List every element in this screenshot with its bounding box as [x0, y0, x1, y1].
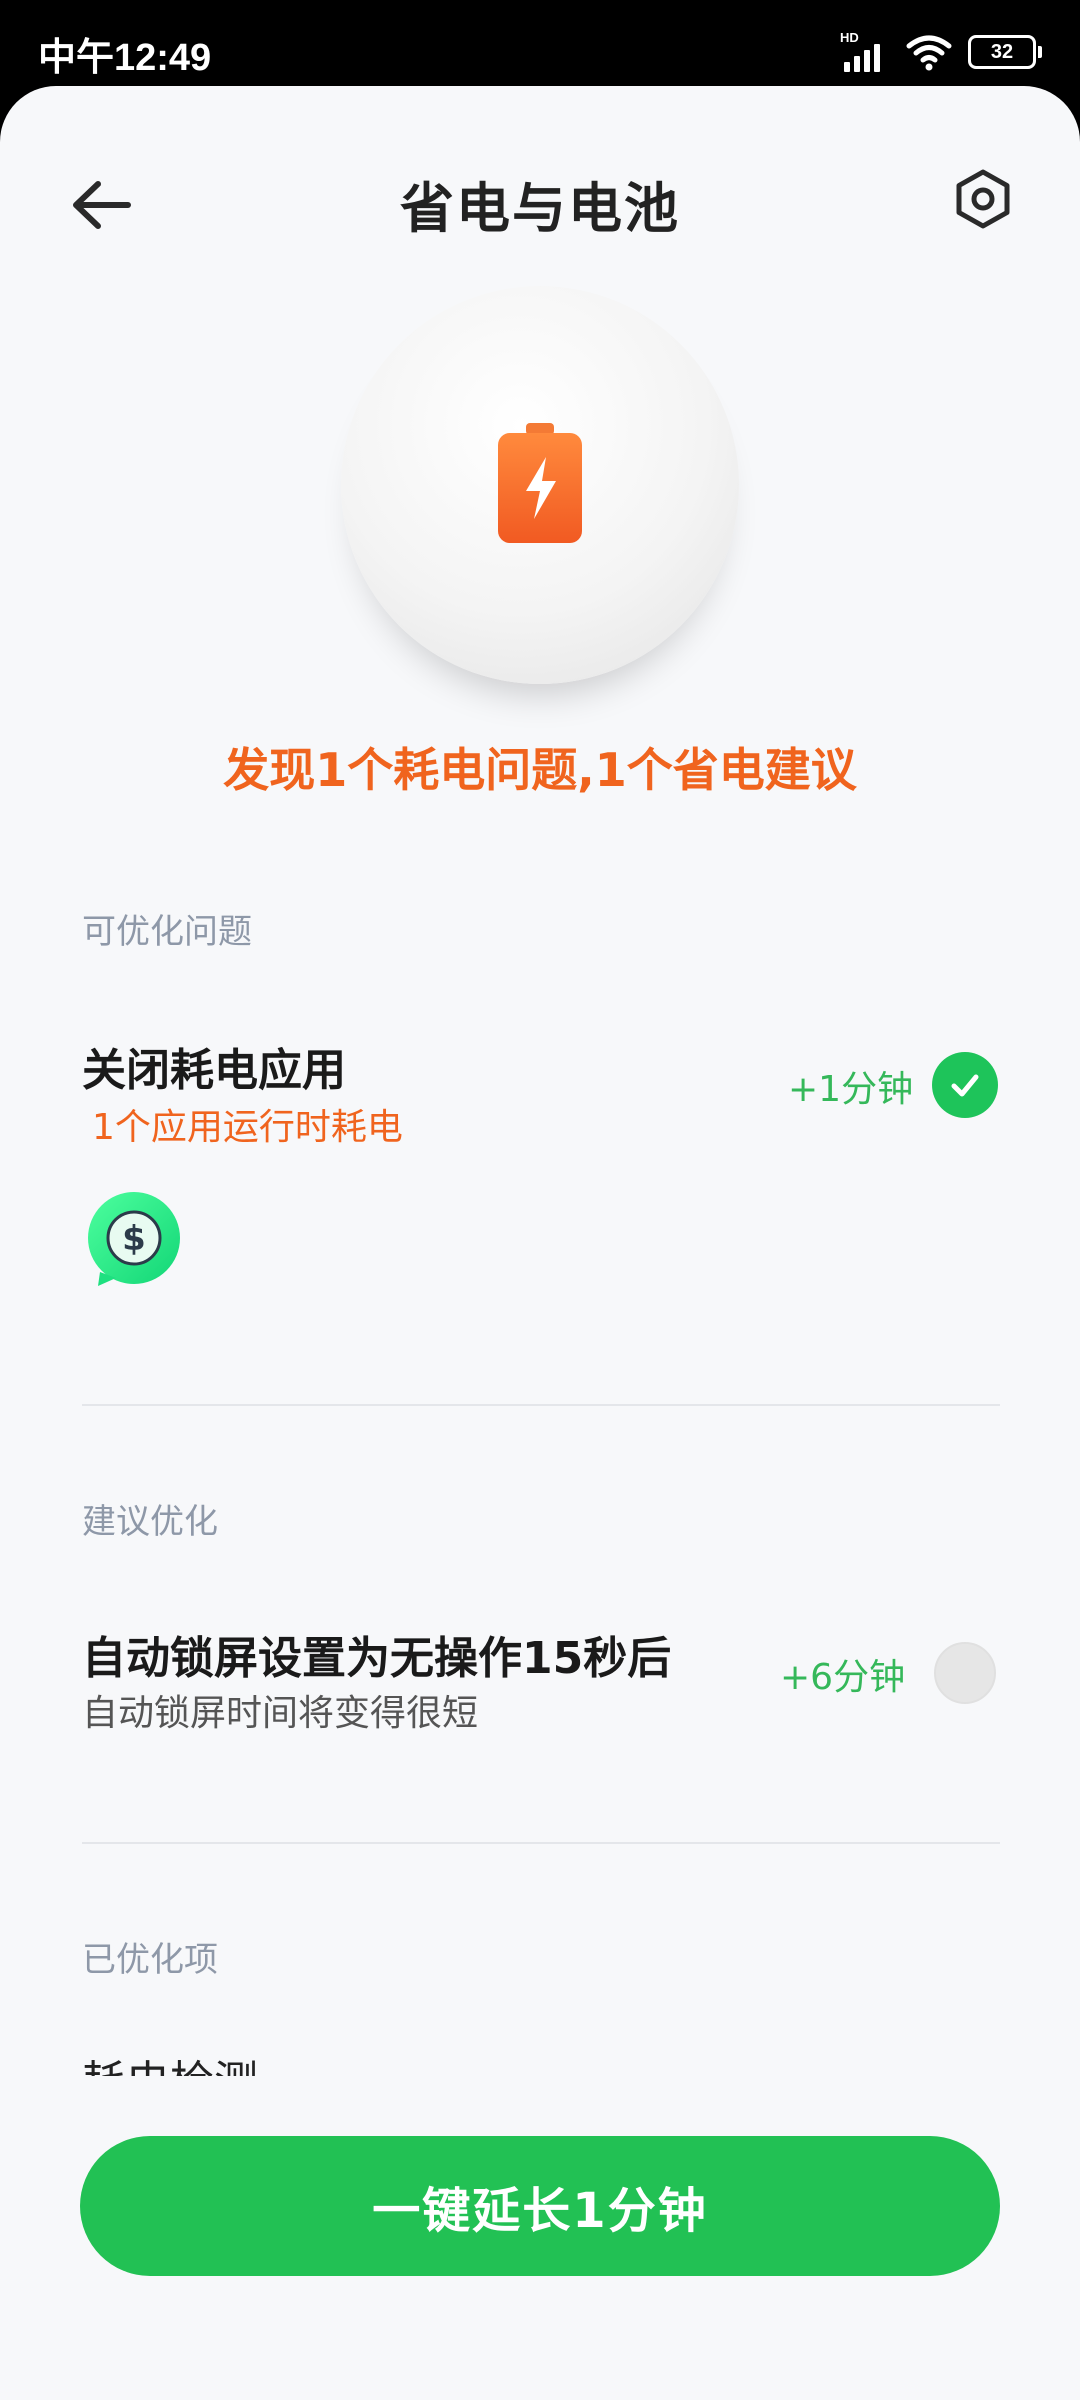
- battery-level: 32: [990, 40, 1014, 63]
- battery-page: 省电与电池 发现1个耗电问题,1个省电建议 可优化问题 关闭耗电应用 1个应用运…: [0, 86, 1080, 2400]
- section-label-optimized: 已优化项: [82, 1940, 218, 1980]
- item-title-close-apps[interactable]: 关闭耗电应用: [82, 1034, 346, 1098]
- status-bar: 中午12:49 HD 32: [0, 0, 1080, 86]
- check-icon: [951, 1074, 979, 1097]
- divider: [82, 1404, 1000, 1406]
- checkbox-close-apps[interactable]: [932, 1052, 998, 1118]
- partial-optimized-item: 耗电检测: [82, 2056, 382, 2076]
- divider: [82, 1842, 1000, 1844]
- status-icons: HD 32: [840, 30, 1042, 74]
- battery-charging-icon: [498, 423, 582, 543]
- app-icon[interactable]: $: [86, 1192, 182, 1288]
- battery-status-orb: [341, 286, 739, 684]
- network-badge: HD: [840, 30, 859, 45]
- partial-optimized-item-text: 耗电检测: [82, 2056, 258, 2076]
- extend-battery-button[interactable]: 一键延长1分钟: [80, 2136, 1000, 2276]
- section-label-issues: 可优化问题: [82, 912, 252, 952]
- checkbox-auto-lock[interactable]: [934, 1642, 996, 1704]
- wifi-icon: [906, 35, 952, 71]
- item-title-auto-lock[interactable]: 自动锁屏设置为无操作15秒后: [82, 1622, 671, 1686]
- item-subtitle-auto-lock: 自动锁屏时间将变得很短: [82, 1693, 479, 1734]
- section-label-suggestions: 建议优化: [82, 1502, 218, 1542]
- gain-auto-lock: +6分钟: [780, 1657, 906, 1698]
- page-title: 省电与电池: [400, 177, 680, 240]
- gain-close-apps: +1分钟: [788, 1069, 914, 1110]
- item-subtitle-close-apps: 1个应用运行时耗电: [92, 1107, 403, 1148]
- settings-icon[interactable]: [952, 168, 1014, 230]
- svg-text:$: $: [122, 1219, 146, 1259]
- signal-icon: HD: [840, 30, 890, 72]
- status-time: 中午12:49: [38, 37, 212, 79]
- header: 省电与电池: [0, 146, 1080, 256]
- battery-indicator: 32: [968, 35, 1042, 69]
- battery-headline: 发现1个耗电问题,1个省电建议: [223, 743, 857, 797]
